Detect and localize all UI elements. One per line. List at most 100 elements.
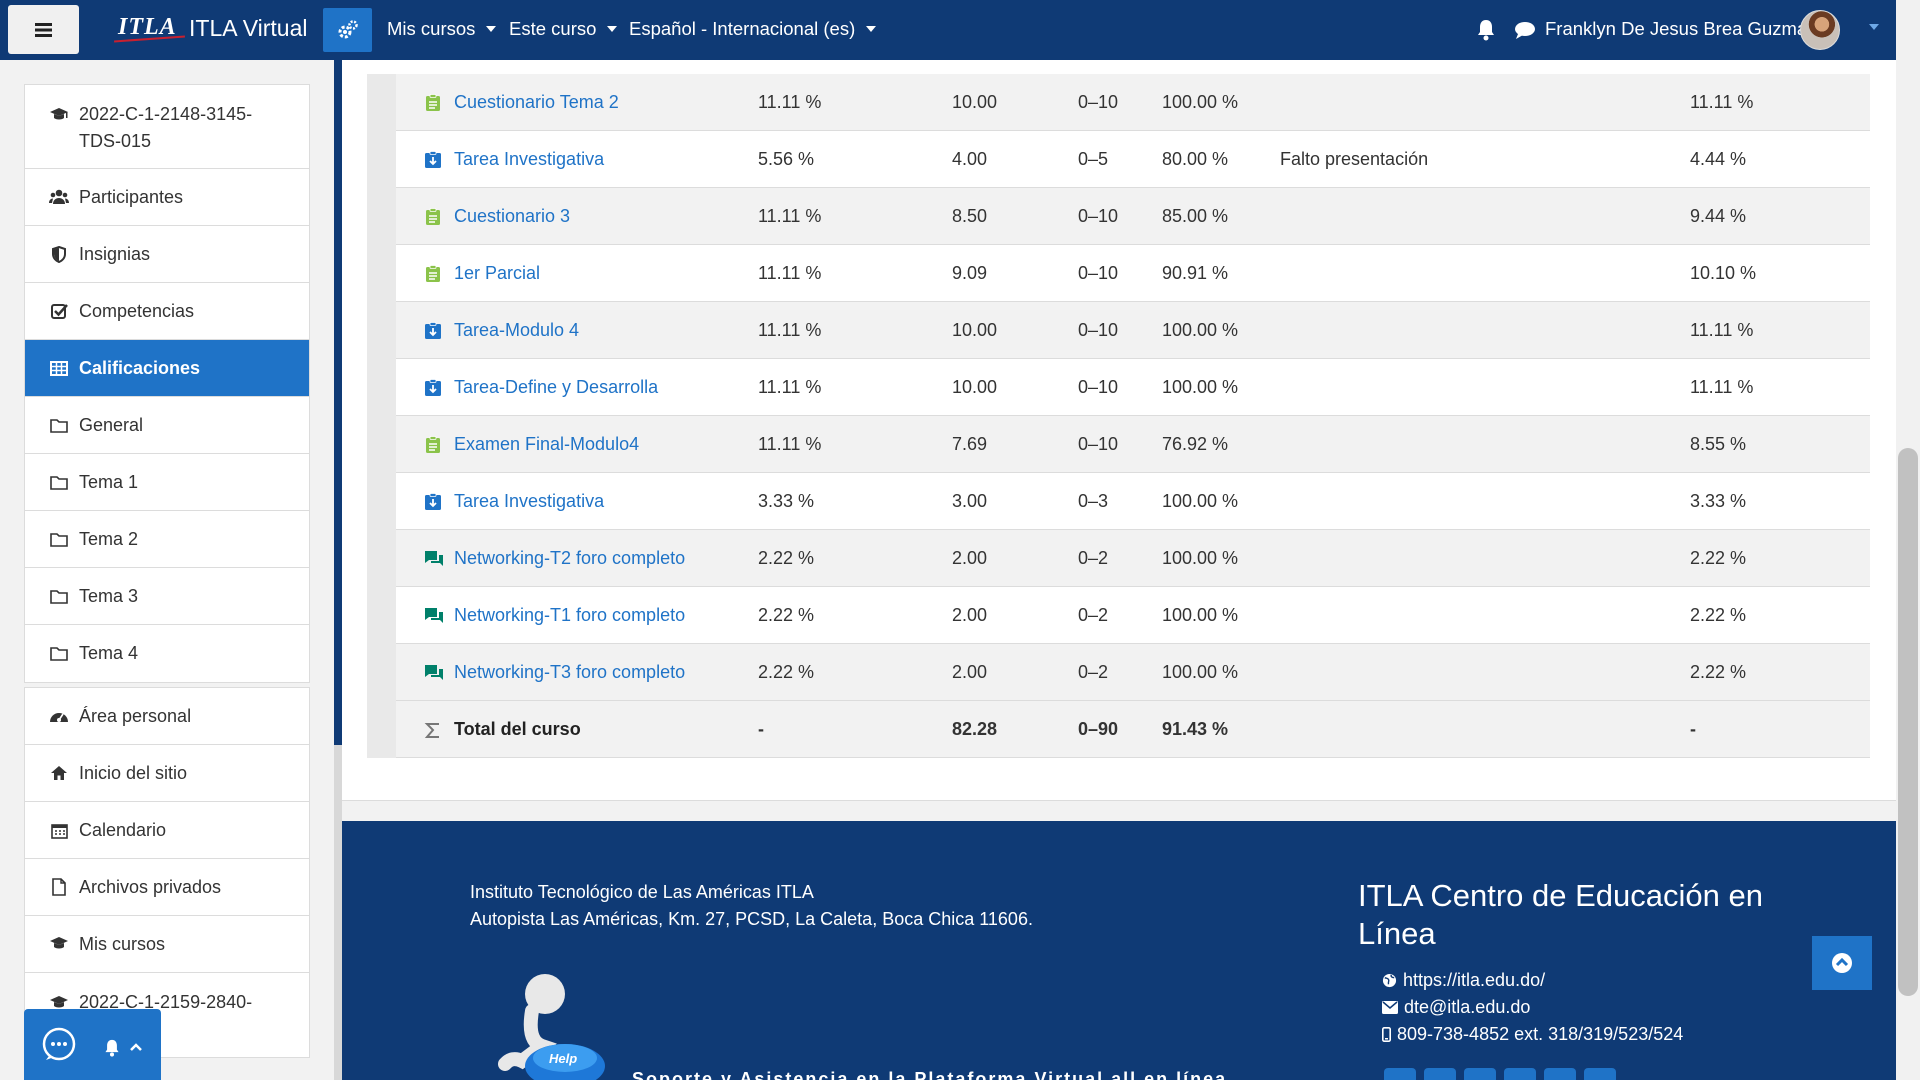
menu-mis-cursos[interactable]: Mis cursos — [387, 18, 497, 40]
nav-item-insignias[interactable]: Insignias — [25, 226, 309, 283]
grade-item-link[interactable]: Networking-T1 foro completo — [454, 605, 685, 626]
email-link[interactable]: dte@itla.edu.do — [1404, 994, 1530, 1021]
nav-item-calendario[interactable]: Calendario — [25, 802, 309, 859]
percentage-cell: 100.00 % — [1162, 661, 1239, 682]
chat-icon[interactable] — [1514, 21, 1536, 39]
grade-item-link[interactable]: Networking-T3 foro completo — [454, 662, 685, 683]
nav-item-mis-cursos[interactable]: Mis cursos — [25, 916, 309, 973]
grade-item-link[interactable]: Tarea Investigativa — [454, 491, 604, 512]
grade-item-link[interactable]: Examen Final-Modulo4 — [454, 434, 639, 455]
nav-item-label: Mis cursos — [79, 933, 166, 954]
assignment-icon — [424, 322, 442, 340]
folder-icon — [49, 529, 69, 549]
grade-row: Networking-T3 foro completo 2.22 % 2.00 0–2… — [396, 644, 1870, 701]
itla-logo[interactable]: ITLA — [118, 14, 177, 41]
nav-item-label: General — [79, 414, 144, 435]
grade-item-link[interactable]: Tarea Investigativa — [454, 149, 604, 170]
grade-cell: 3.00 — [952, 490, 988, 511]
range-cell: 0–10 — [1078, 376, 1119, 397]
page-scrollbar-thumb[interactable] — [1898, 448, 1918, 996]
grade-row: Tarea Investigativa 3.33 % 3.00 0–3 100.00 %… — [396, 473, 1870, 530]
grade-row: 1er Parcial 11.11 % 9.09 0–10 90.91 % 10.10 % — [396, 245, 1870, 302]
menu-language[interactable]: Español - Internacional (es) — [629, 18, 877, 40]
grade-item-link[interactable]: 1er Parcial — [454, 263, 540, 284]
feedback-cell: Falto presentación — [1280, 148, 1429, 169]
footer-website[interactable]: https://itla.edu.do/ — [1382, 967, 1683, 994]
quiz-icon — [424, 94, 442, 112]
nav-item-calificaciones[interactable]: Calificaciones — [25, 340, 309, 397]
contribution-cell: 11.11 % — [1690, 319, 1754, 340]
weight-cell: 11.11 % — [758, 376, 822, 397]
file-icon — [49, 877, 69, 897]
linkedin-icon[interactable] — [1584, 1068, 1616, 1080]
hamburger-menu-button[interactable] — [8, 5, 79, 54]
top-navbar: ITLA ITLA Virtual Mis cursos Este curso … — [0, 0, 1896, 60]
nav-item-tema-3[interactable]: Tema 3 — [25, 568, 309, 625]
footer-email[interactable]: dte@itla.edu.do — [1382, 994, 1683, 1021]
facebook-icon[interactable] — [1384, 1068, 1416, 1080]
grade-item-link[interactable]: Tarea-Define y Desarrolla — [454, 377, 658, 398]
phone-text: 809-738-4852 ext. 318/319/523/524 — [1397, 1024, 1684, 1044]
grade-item-link[interactable]: Tarea-Modulo 4 — [454, 320, 579, 341]
range-cell: 0–10 — [1078, 262, 1119, 283]
percentage-cell: 91.43 % — [1162, 718, 1229, 739]
nav-item-inicio-sitio[interactable]: Inicio del sitio — [25, 745, 309, 802]
nav-item-area-personal[interactable]: Área personal — [25, 688, 309, 745]
mobile-phone-icon — [1382, 1027, 1391, 1042]
footer-slogan: Soporte y Asistencia en la Plataforma Vi… — [632, 1069, 1228, 1080]
drawer-scrollbar-thumb[interactable] — [334, 60, 342, 745]
grade-item-link[interactable]: Networking-T2 foro completo — [454, 548, 685, 569]
grade-row: Tarea Investigativa 5.56 % 4.00 0–5 80.00 % F… — [396, 131, 1870, 188]
range-cell: 0–2 — [1078, 661, 1109, 682]
footer-address: Instituto Tecnológico de Las Américas IT… — [470, 879, 1033, 933]
weight-cell: 2.22 % — [758, 604, 815, 625]
percentage-cell: 100.00 % — [1162, 547, 1239, 568]
nav-item-competencias[interactable]: Competencias — [25, 283, 309, 340]
percentage-cell: 85.00 % — [1162, 205, 1229, 226]
assignment-icon — [424, 379, 442, 397]
nav-item-tema-1[interactable]: Tema 1 — [25, 454, 309, 511]
chevron-up-icon — [130, 1043, 142, 1051]
bell-icon[interactable] — [1477, 19, 1495, 41]
cogs-button[interactable] — [323, 8, 372, 52]
nav-item-general[interactable]: General — [25, 397, 309, 454]
nav-item-label: Tema 3 — [79, 585, 139, 606]
contribution-cell: - — [1690, 718, 1696, 739]
grade-row: Networking-T1 foro completo 2.22 % 2.00 0–2… — [396, 587, 1870, 644]
menu-este-curso[interactable]: Este curso — [509, 18, 618, 40]
nav-item-tema-4[interactable]: Tema 4 — [25, 625, 309, 682]
site-name[interactable]: ITLA Virtual — [189, 15, 307, 42]
nav-item-course[interactable]: 2022-C-1-2148-3145-TDS-015 — [25, 85, 309, 169]
weight-cell: 5.56 % — [758, 148, 815, 169]
calendar-icon — [49, 820, 69, 840]
user-avatar[interactable] — [1800, 10, 1840, 50]
user-menu-caret-icon[interactable] — [1869, 24, 1879, 30]
quiz-icon — [424, 436, 442, 454]
grade-item-link[interactable]: Cuestionario 3 — [454, 206, 570, 227]
footer-phone: 809-738-4852 ext. 318/319/523/524 — [1382, 1021, 1683, 1048]
grade-item-link[interactable]: Cuestionario Tema 2 — [454, 92, 619, 113]
percentage-cell: 100.00 % — [1162, 604, 1239, 625]
envelope-icon — [1382, 1001, 1398, 1014]
footer-address-line1: Instituto Tecnológico de Las Américas IT… — [470, 882, 814, 902]
nav-item-participantes[interactable]: Participantes — [25, 169, 309, 226]
back-to-top-button[interactable] — [1812, 936, 1872, 990]
grade-cell: 10.00 — [952, 91, 998, 112]
grade-row: Tarea-Modulo 4 11.11 % 10.00 0–10 100.00 % 11… — [396, 302, 1870, 359]
user-name[interactable]: Franklyn De Jesus Brea Guzman — [1545, 18, 1817, 40]
grade-cell: 82.28 — [952, 718, 998, 739]
grade-row: Networking-T2 foro completo 2.22 % 2.00 0–2… — [396, 530, 1870, 587]
percentage-cell: 100.00 % — [1162, 376, 1239, 397]
twitter-icon[interactable] — [1424, 1068, 1456, 1080]
instagram-icon[interactable] — [1504, 1068, 1536, 1080]
nav-item-tema-2[interactable]: Tema 2 — [25, 511, 309, 568]
range-cell: 0–10 — [1078, 433, 1119, 454]
chat-widget[interactable] — [24, 1009, 161, 1080]
grade-row: Cuestionario 3 11.11 % 8.50 0–10 85.00 % 9.44… — [396, 188, 1870, 245]
website-link[interactable]: https://itla.edu.do/ — [1403, 967, 1545, 994]
table-icon — [49, 358, 69, 378]
telegram-icon[interactable] — [1544, 1068, 1576, 1080]
youtube-icon[interactable] — [1464, 1068, 1496, 1080]
nav-item-archivos-privados[interactable]: Archivos privados — [25, 859, 309, 916]
grade-cell: 2.00 — [952, 604, 988, 625]
